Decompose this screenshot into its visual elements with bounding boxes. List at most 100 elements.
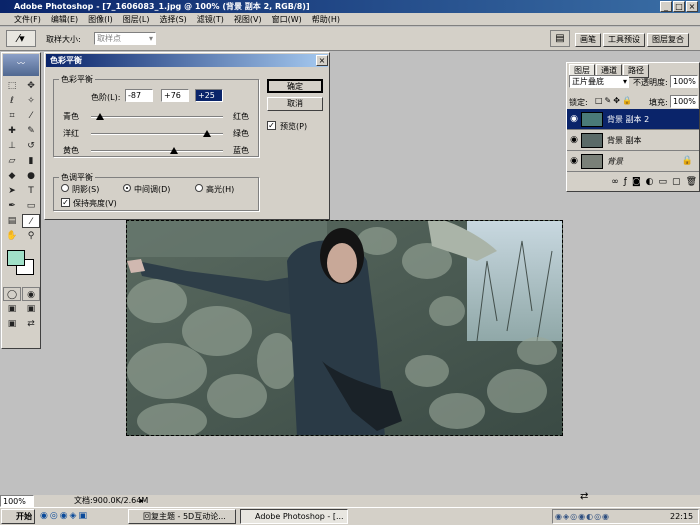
gradient-tool-icon[interactable]: ▮ <box>22 154 40 168</box>
midtones-radio[interactable] <box>123 184 131 192</box>
lock-label: 锁定: <box>569 98 588 107</box>
type-tool-icon[interactable]: T <box>22 184 40 198</box>
file-browser-icon[interactable]: ▤ <box>550 30 570 47</box>
menu-edit[interactable]: 编辑(E) <box>51 14 78 25</box>
screen-mode-1-icon[interactable]: ▣ <box>3 302 21 316</box>
healing-brush-icon[interactable]: ✚ <box>3 124 21 138</box>
eye-icon[interactable]: ◉ <box>567 135 581 145</box>
tab-layer-comps[interactable]: 图层复合 <box>647 33 689 47</box>
shadows-radio[interactable] <box>61 184 69 192</box>
preserve-luminosity-checkbox[interactable]: ✓ <box>61 198 70 207</box>
shadows-label: 阴影(S) <box>72 185 100 194</box>
document-canvas[interactable] <box>126 220 563 436</box>
notes-tool-icon[interactable]: ▤ <box>3 214 21 228</box>
menu-image[interactable]: 图像(I) <box>88 14 113 25</box>
stamp-tool-icon[interactable]: ⊥ <box>3 139 21 153</box>
level-yellow-blue-input[interactable]: +25 <box>195 89 223 102</box>
start-button[interactable]: 开始 <box>1 509 35 524</box>
eyedropper-tool-preset-icon[interactable]: ⁄▾ <box>6 30 36 47</box>
layer-style-icon[interactable]: ƒ <box>624 177 627 187</box>
yellow-blue-slider-thumb[interactable] <box>169 147 178 154</box>
standard-mode-icon[interactable]: ◯ <box>3 287 21 301</box>
menu-help[interactable]: 帮助(H) <box>312 14 340 25</box>
shape-tool-icon[interactable]: ▭ <box>22 199 40 213</box>
opacity-input[interactable]: 100% <box>670 75 698 88</box>
blend-mode-select[interactable]: 正片叠底 ▾ <box>569 75 629 88</box>
maximize-button[interactable]: □ <box>673 1 685 12</box>
adjustment-layer-icon[interactable]: ◐ <box>646 177 654 187</box>
preview-checkbox[interactable]: ✓ <box>267 121 276 130</box>
marquee-tool-icon[interactable]: ⬚ <box>3 79 21 93</box>
menu-filter[interactable]: 滤镜(T) <box>197 14 224 25</box>
pen-tool-icon[interactable]: ✒ <box>3 199 21 213</box>
layer-row-copy[interactable]: ◉ 背景 副本 <box>567 130 699 151</box>
cyan-red-slider-thumb[interactable] <box>95 113 104 120</box>
brush-tool-icon[interactable]: ✎ <box>22 124 40 138</box>
layer-row-copy-2[interactable]: ◉ 背景 副本 2 <box>567 109 699 130</box>
hand-tool-icon[interactable]: ✋ <box>3 229 21 243</box>
layer-thumbnail <box>581 132 603 148</box>
cyan-red-slider-track[interactable] <box>91 116 223 118</box>
fill-input[interactable]: 100% <box>670 95 698 108</box>
layer-thumbnail <box>581 111 603 127</box>
taskbar-item-photoshop[interactable]: Adobe Photoshop - [... <box>240 509 348 524</box>
screen-mode-3-icon[interactable]: ▣ <box>3 317 21 331</box>
imageready-icon[interactable]: ⇄ <box>22 317 40 331</box>
menu-window[interactable]: 窗口(W) <box>272 14 302 25</box>
menu-file[interactable]: 文件(F) <box>14 14 41 25</box>
tab-brushes[interactable]: 画笔 <box>575 33 601 47</box>
slice-tool-icon[interactable]: ⁄ <box>22 109 40 123</box>
menu-select[interactable]: 选择(S) <box>159 14 186 25</box>
minimize-button[interactable]: _ <box>660 1 672 12</box>
magenta-green-slider-thumb[interactable] <box>203 130 212 137</box>
crop-tool-icon[interactable]: ⌗ <box>3 109 21 123</box>
eye-icon[interactable]: ◉ <box>567 156 581 166</box>
eraser-tool-icon[interactable]: ▱ <box>3 154 21 168</box>
blur-tool-icon[interactable]: ◆ <box>3 169 21 183</box>
status-bar: 100% 文档:900.0K/2.64M ▸ ⇄ <box>0 491 700 507</box>
level-magenta-green-input[interactable]: +76 <box>161 89 189 102</box>
yellow-blue-slider-track[interactable] <box>91 150 223 152</box>
magic-wand-icon[interactable]: ✧ <box>22 94 40 108</box>
feather-logo-icon[interactable]: 〰 <box>3 54 39 76</box>
imageready-jump-icon[interactable]: ⇄ <box>580 491 588 503</box>
tray-icons[interactable]: ◉◈◎◉◐◎◉ <box>555 512 610 521</box>
new-layer-icon[interactable]: ▢ <box>672 177 681 187</box>
lasso-tool-icon[interactable]: ℓ <box>3 94 21 108</box>
taskbar: 开始 ◉◎◉◈▣ 回复主题 - 5D互动论... Adobe Photoshop… <box>0 507 700 525</box>
quick-launch-icons[interactable]: ◉◎◉◈▣ <box>40 511 89 521</box>
close-button[interactable]: × <box>686 1 698 12</box>
zoom-tool-icon[interactable]: ⚲ <box>22 229 40 243</box>
highlights-radio[interactable] <box>195 184 203 192</box>
taskbar-item-forum[interactable]: 回复主题 - 5D互动论... <box>128 509 236 524</box>
eyedropper-tool-icon[interactable]: ⁄ <box>22 214 40 228</box>
ok-button[interactable]: 确定 <box>267 79 323 93</box>
menu-view[interactable]: 视图(V) <box>234 14 262 25</box>
zoom-field[interactable]: 100% <box>0 495 34 507</box>
dialog-close-button[interactable]: × <box>316 55 328 66</box>
dodge-tool-icon[interactable]: ● <box>22 169 40 183</box>
mask-icon[interactable]: ◙ <box>632 177 641 187</box>
sample-size-select[interactable]: 取样点 ▾ <box>94 32 156 45</box>
foreground-color-swatch[interactable] <box>7 250 25 266</box>
tab-tool-presets[interactable]: 工具预设 <box>603 33 645 47</box>
preserve-luminosity-label: 保持亮度(V) <box>73 199 117 208</box>
menu-bar: 文件(F) 编辑(E) 图像(I) 图层(L) 选择(S) 滤镜(T) 视图(V… <box>0 13 700 26</box>
eye-icon[interactable]: ◉ <box>567 114 581 124</box>
link-icon[interactable]: ∞ <box>611 177 619 187</box>
status-arrow-icon[interactable]: ▸ <box>140 495 144 507</box>
move-tool-icon[interactable]: ✥ <box>22 79 40 93</box>
level-cyan-red-input[interactable]: -87 <box>125 89 153 102</box>
menu-layer[interactable]: 图层(L) <box>123 14 150 25</box>
path-select-icon[interactable]: ➤ <box>3 184 21 198</box>
new-group-icon[interactable]: ▭ <box>659 177 668 187</box>
history-brush-icon[interactable]: ↺ <box>22 139 40 153</box>
options-bar: ⁄▾ 取样大小: 取样点 ▾ ▤ 画笔 工具预设 图层复合 <box>0 27 700 51</box>
quick-mask-icon[interactable]: ◉ <box>22 287 40 301</box>
screen-mode-2-icon[interactable]: ▣ <box>22 302 40 316</box>
delete-layer-icon[interactable]: 🗑 <box>686 177 697 187</box>
lock-icons[interactable]: □✎✥🔒 <box>595 96 634 105</box>
slider3-right-label: 蓝色 <box>233 146 249 155</box>
layer-row-background[interactable]: ◉ 背景 🔒 <box>567 151 699 172</box>
cancel-button[interactable]: 取消 <box>267 97 323 111</box>
